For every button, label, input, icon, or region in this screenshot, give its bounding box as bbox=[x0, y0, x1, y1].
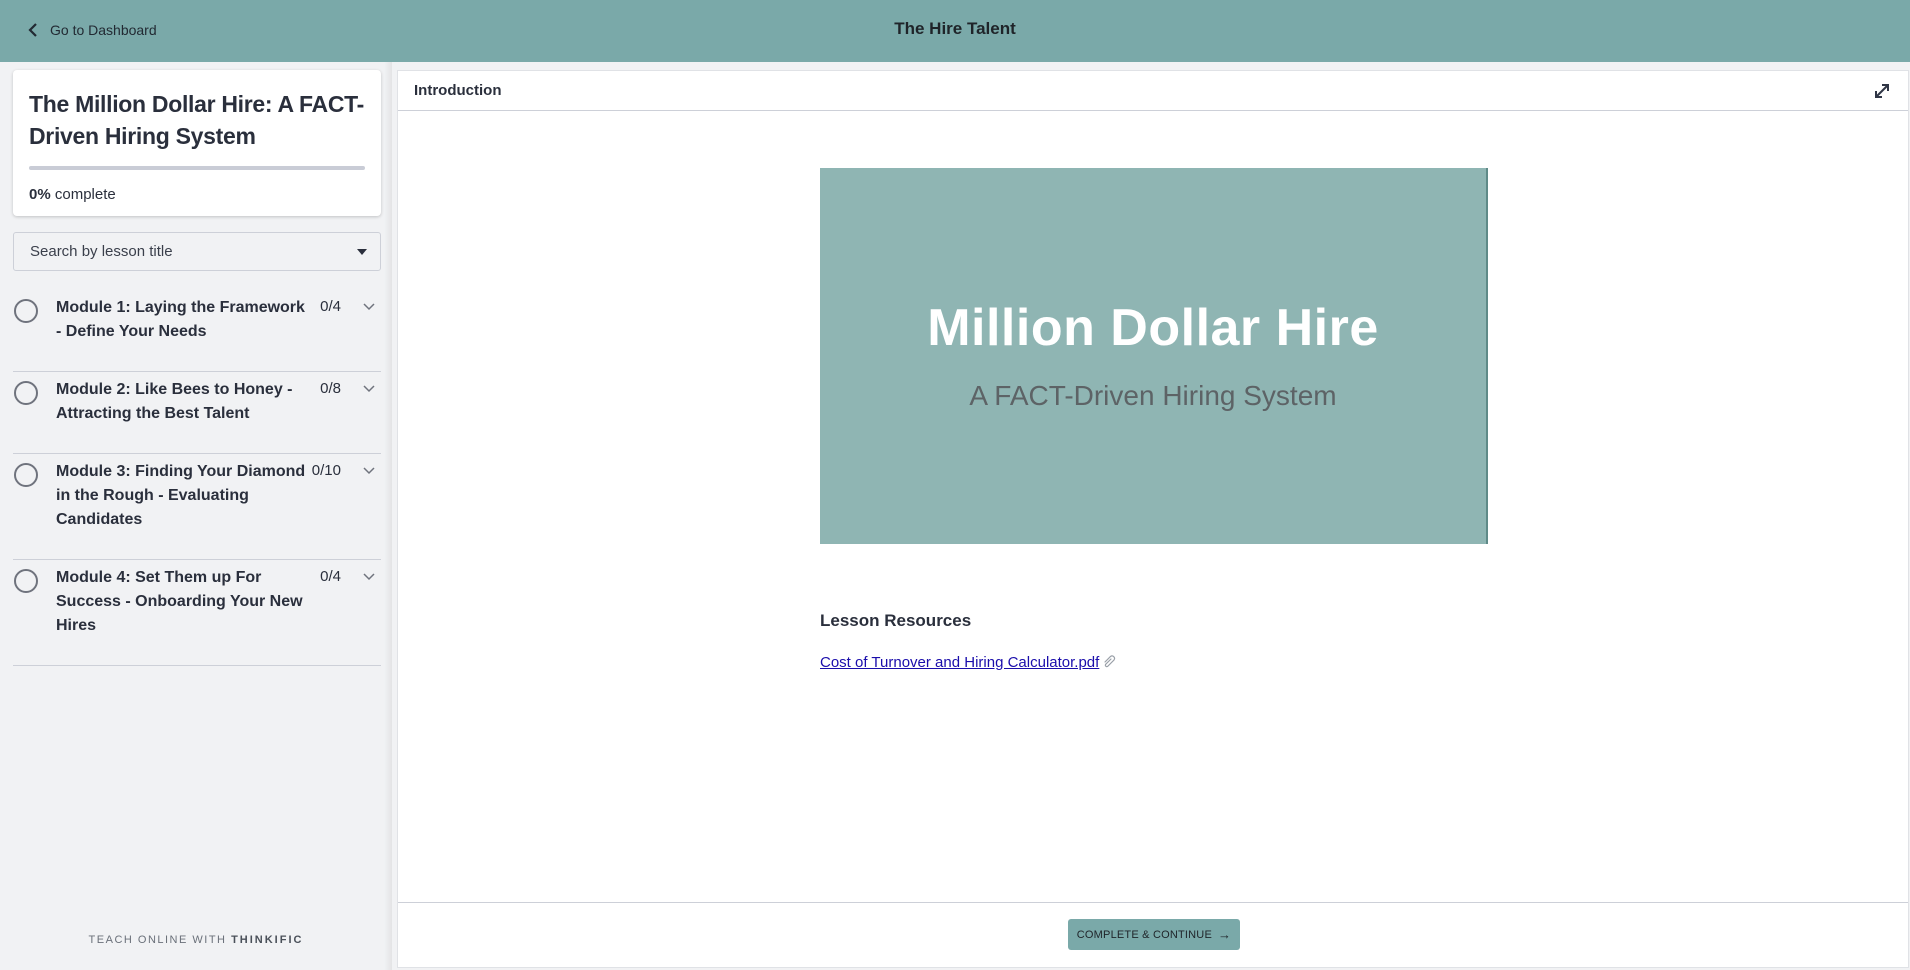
chevron-down-icon[interactable] bbox=[363, 466, 375, 476]
module-title: Module 3: Finding Your Diamond in the Ro… bbox=[56, 463, 306, 528]
thinkific-branding[interactable]: TEACH ONLINE WITH THINKIFIC bbox=[0, 934, 392, 946]
module-lesson-count: 0/10 bbox=[311, 462, 341, 479]
module-title: Module 1: Laying the Framework - Define … bbox=[56, 299, 305, 340]
module-item[interactable]: Module 2: Like Bees to Honey - Attractin… bbox=[13, 372, 381, 454]
course-card: The Million Dollar Hire: A FACT-Driven H… bbox=[13, 70, 381, 216]
branding-brand: THINKIFIC bbox=[231, 934, 304, 946]
module-title: Module 4: Set Them up For Success - Onbo… bbox=[56, 569, 303, 634]
chevron-down-icon[interactable] bbox=[363, 572, 375, 582]
lesson-search-dropdown[interactable]: Search by lesson title bbox=[13, 232, 381, 271]
slide-subheading: A FACT-Driven Hiring System bbox=[969, 380, 1337, 411]
module-lesson-count: 0/4 bbox=[320, 568, 341, 585]
module-lesson-count: 0/4 bbox=[320, 298, 341, 315]
lesson-resources-title: Lesson Resources bbox=[820, 611, 972, 630]
lesson-header: Introduction bbox=[398, 71, 1908, 111]
incomplete-circle-icon bbox=[14, 381, 38, 405]
chevron-down-icon[interactable] bbox=[363, 302, 375, 312]
incomplete-circle-icon bbox=[14, 463, 38, 487]
module-title: Module 2: Like Bees to Honey - Attractin… bbox=[56, 381, 293, 422]
slide-heading: Million Dollar Hire bbox=[927, 299, 1379, 357]
course-title: The Million Dollar Hire: A FACT-Driven H… bbox=[29, 91, 364, 149]
lesson-footer: COMPLETE & CONTINUE → bbox=[398, 902, 1908, 967]
module-item[interactable]: Module 4: Set Them up For Success - Onbo… bbox=[13, 560, 381, 666]
lesson-content: Introduction Million Dollar Hire A FACT-… bbox=[397, 70, 1909, 968]
complete-button-label: COMPLETE & CONTINUE bbox=[1076, 928, 1212, 941]
top-bar: Go to Dashboard The Hire Talent bbox=[0, 0, 1910, 62]
paperclip-icon bbox=[1104, 655, 1116, 668]
lesson-search-placeholder: Search by lesson title bbox=[30, 243, 173, 260]
progress-percent: 0% bbox=[29, 186, 51, 203]
module-item[interactable]: Module 1: Laying the Framework - Define … bbox=[13, 290, 381, 372]
progress-bar bbox=[29, 166, 365, 170]
incomplete-circle-icon bbox=[14, 569, 38, 593]
course-sidebar: The Million Dollar Hire: A FACT-Driven H… bbox=[0, 62, 392, 970]
chevron-down-icon[interactable] bbox=[363, 384, 375, 394]
lesson-title: Introduction bbox=[414, 82, 502, 99]
module-lesson-count: 0/8 bbox=[320, 380, 341, 397]
module-item[interactable]: Module 3: Finding Your Diamond in the Ro… bbox=[13, 454, 381, 560]
incomplete-circle-icon bbox=[14, 299, 38, 323]
site-title: The Hire Talent bbox=[894, 19, 1016, 38]
resource-download-link[interactable]: Cost of Turnover and Hiring Calculator.p… bbox=[820, 653, 1118, 671]
module-list: Module 1: Laying the Framework - Define … bbox=[13, 290, 381, 666]
branding-prefix: TEACH ONLINE WITH bbox=[88, 934, 232, 946]
expand-icon[interactable] bbox=[1872, 81, 1892, 101]
arrow-right-icon: → bbox=[1218, 927, 1232, 942]
progress-text: 0% complete bbox=[29, 186, 116, 203]
lesson-slide: Million Dollar Hire A FACT-Driven Hiring… bbox=[820, 168, 1488, 544]
resource-link-label: Cost of Turnover and Hiring Calculator.p… bbox=[820, 653, 1100, 671]
complete-and-continue-button[interactable]: COMPLETE & CONTINUE → bbox=[1068, 919, 1240, 950]
progress-suffix: complete bbox=[54, 186, 116, 203]
caret-down-icon bbox=[357, 249, 367, 255]
